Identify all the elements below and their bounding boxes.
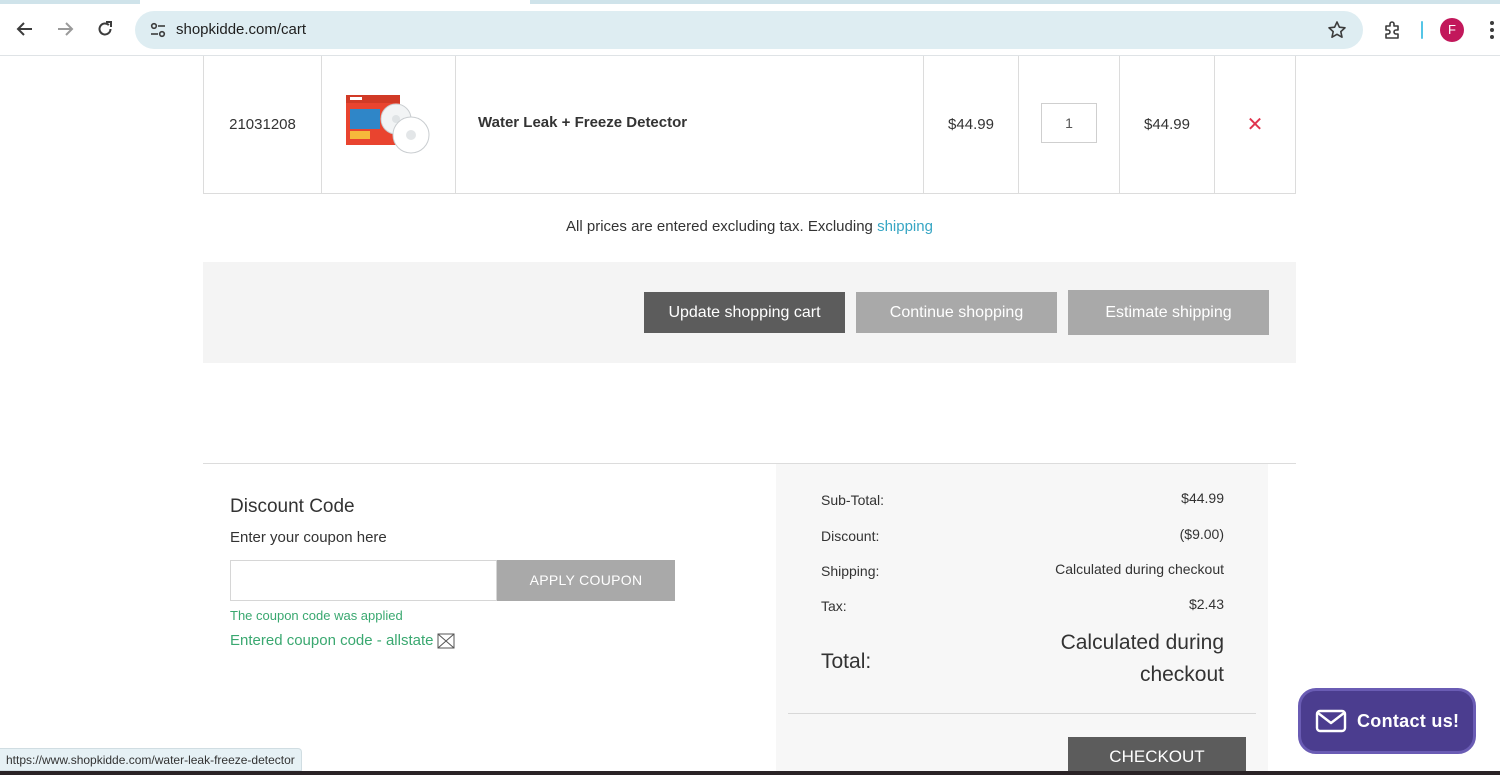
entered-coupon: Entered coupon code - allstate (230, 632, 455, 649)
cart-actions-panel: Update shopping cart Continue shopping E… (203, 262, 1296, 363)
entered-coupon-text: Entered coupon code - allstate (230, 632, 434, 649)
total-value-line1: Calculated during (1060, 631, 1224, 654)
discount-value: ($9.00) (1179, 526, 1224, 542)
shipping-value: Calculated during checkout (1055, 561, 1224, 577)
discount-label: Discount: (821, 528, 880, 544)
tune-icon (150, 22, 166, 38)
product-image[interactable] (344, 93, 434, 157)
puzzle-icon (1385, 21, 1399, 39)
checkout-button[interactable]: CHECKOUT (1068, 737, 1246, 775)
star-icon (1328, 21, 1346, 38)
coupon-input[interactable] (230, 560, 497, 601)
line-total: $44.99 (1120, 56, 1215, 193)
product-image-cell[interactable] (322, 56, 456, 193)
mail-icon (1315, 709, 1347, 733)
tax-label: Tax: (821, 598, 847, 614)
continue-shopping-button[interactable]: Continue shopping (856, 292, 1057, 333)
unit-price: $44.99 (924, 56, 1019, 193)
site-info-button[interactable] (143, 15, 173, 45)
status-bar-url: https://www.shopkidde.com/water-leak-fre… (0, 748, 302, 771)
forward-button[interactable] (50, 14, 80, 44)
sku-cell: 21031208 (204, 56, 322, 193)
back-button[interactable] (10, 14, 40, 44)
browser-toolbar: shopkidde.com/cart F (0, 4, 1500, 56)
quantity-input[interactable] (1041, 102, 1097, 143)
remove-coupon-icon[interactable] (437, 633, 455, 649)
profile-avatar[interactable]: F (1440, 18, 1464, 42)
totals-divider (788, 713, 1256, 714)
apply-coupon-button[interactable]: APPLY COUPON (497, 560, 675, 601)
quantity-cell (1019, 56, 1120, 193)
discount-title: Discount Code (230, 496, 355, 517)
shipping-label: Shipping: (821, 563, 880, 579)
url-text[interactable]: shopkidde.com/cart (176, 11, 306, 49)
table-row: 21031208 Water Leak + Freeze Detector $4… (203, 56, 1296, 194)
estimate-shipping-button[interactable]: Estimate shipping (1068, 290, 1269, 335)
tax-value: $2.43 (1188, 596, 1224, 612)
order-totals: Sub-Total: $44.99 Discount: ($9.00) Ship… (776, 464, 1268, 775)
browser-menu-button[interactable] (1484, 16, 1500, 44)
update-cart-button[interactable]: Update shopping cart (644, 292, 845, 333)
taskbar-edge (0, 771, 1500, 775)
subtotal-label: Sub-Total: (821, 492, 885, 508)
toolbar-separator (1421, 21, 1423, 39)
shipping-link[interactable]: shipping (877, 218, 933, 235)
tax-note: All prices are entered excluding tax. Ex… (203, 218, 1296, 235)
arrow-left-icon (16, 22, 32, 36)
discount-subtitle: Enter your coupon here (230, 529, 387, 546)
contact-us-label: Contact us! (1357, 710, 1460, 731)
bookmark-button[interactable] (1323, 16, 1351, 44)
more-vert-icon (1490, 21, 1494, 39)
coupon-applied-message: The coupon code was applied (230, 608, 403, 623)
remove-cell: ✕ (1215, 56, 1295, 193)
tax-note-text: All prices are entered excluding tax. Ex… (566, 218, 873, 235)
address-bar[interactable]: shopkidde.com/cart (135, 11, 1363, 49)
subtotal-value: $44.99 (1181, 490, 1224, 506)
total-value-line2: checkout (1139, 663, 1224, 686)
total-value: Calculated during checkout (994, 627, 1224, 691)
extensions-button[interactable] (1378, 15, 1408, 45)
reload-button[interactable] (90, 14, 120, 44)
reload-icon (98, 21, 112, 36)
total-label: Total: (821, 650, 872, 673)
arrow-right-icon (58, 22, 74, 36)
remove-item-icon[interactable]: ✕ (1247, 112, 1264, 137)
contact-us-button[interactable]: Contact us! (1298, 688, 1476, 754)
product-name[interactable]: Water Leak + Freeze Detector (456, 56, 924, 193)
